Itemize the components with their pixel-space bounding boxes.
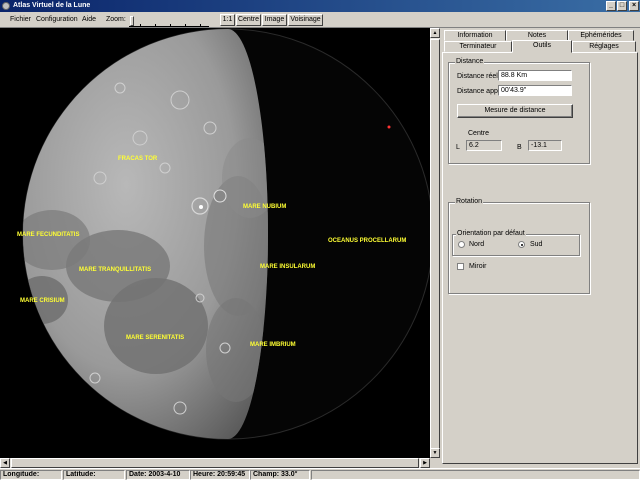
zoom-tick [140,24,141,26]
zoom-tick [185,24,186,26]
label-mare-nubium: MARE NUBIUM [243,204,287,210]
horizontal-scroll-thumb[interactable] [11,458,419,468]
centre-b-label: B [517,144,522,151]
zoom-slider-thumb[interactable] [130,16,134,26]
nord-radio-label: Nord [469,241,485,248]
label-mare-fecunditatis: MARE FECUNDITATIS [17,232,80,238]
centre-b-field[interactable]: -13.1 [528,140,562,151]
tab-terminateur[interactable]: Terminateur [444,41,512,52]
orientation-group-title: Orientation par défaut [456,230,526,238]
tab-outils[interactable]: Outils [512,40,572,53]
centre-button[interactable]: Centre [236,14,261,26]
label-mare-imbrium: MARE IMBRIUM [250,342,296,348]
miroir-checkbox[interactable] [457,263,464,270]
distance-apparente-field[interactable]: 00'43.9" [498,85,572,96]
menu-fichier[interactable]: Fichier [10,16,31,24]
sud-radio[interactable] [518,241,525,248]
close-button[interactable]: × [629,1,639,11]
menu-toolbar: Fichier Configuration Aide Zoom: 1:1 Cen… [0,12,640,28]
label-mare-crisium: MARE CRISIUM [20,298,65,304]
centre-l-label: L [456,144,460,151]
app-icon [2,2,10,10]
scroll-up-arrow-icon[interactable]: ▲ [430,28,440,38]
horizontal-scrollbar[interactable]: ◀ ▶ [0,458,430,468]
vertical-scrollbar[interactable]: ▲ ▼ [430,28,440,459]
title-bar: Atlas Virtuel de la Lune _ □ × [0,0,640,12]
distance-reelle-field[interactable]: 88.8 Km [498,70,572,81]
label-oceanus-procellarum: OCEANUS PROCELLARUM [328,238,407,244]
zoom-tick [200,24,201,26]
zoom-label: Zoom: [106,16,126,23]
centre-l-field[interactable]: 6.2 [466,140,502,151]
zoom-tick [170,24,171,26]
nord-radio[interactable] [458,241,465,248]
zoom-tick [155,24,156,26]
tab-information[interactable]: Information [444,30,506,41]
tab-reglages[interactable]: Réglages [572,41,636,52]
zoom-track [129,26,209,27]
menu-configuration[interactable]: Configuration [36,16,78,24]
distance-reelle-label: Distance réelle [457,73,504,80]
label-fracas-tor: FRACAS TOR [118,156,158,162]
distance-group-title: Distance [455,58,485,66]
status-empty [311,470,640,480]
label-mare-serenitatis: MARE SERENITATIS [126,335,185,341]
image-button[interactable]: Image [262,14,287,26]
scroll-down-arrow-icon[interactable]: ▼ [430,448,440,458]
window-title: Atlas Virtuel de la Lune [13,2,91,9]
minimize-button[interactable]: _ [606,1,616,11]
status-champ: Champ: 33.0° [250,470,310,480]
voisinage-button[interactable]: Voisinage [288,14,323,26]
rotation-group-title: Rotation [455,198,484,206]
status-date: Date: 2003-4-10 [126,470,190,480]
tab-ephemerides[interactable]: Ephémérides [568,30,634,41]
scroll-left-arrow-icon[interactable]: ◀ [0,458,10,468]
zoom-1-1-button[interactable]: 1:1 [220,14,235,26]
menu-aide[interactable]: Aide [82,16,96,24]
status-latitude: Latitude: [63,470,125,480]
status-bar: Longitude: Latitude: Date: 2003-4-10 Heu… [0,468,640,480]
label-mare-insularum: MARE INSULARUM [260,264,316,270]
scroll-corner [430,458,440,468]
moon-view[interactable]: FRACAS TOR MARE NUBIUM MARE FECUNDITATIS… [0,28,430,458]
vertical-scroll-thumb[interactable] [430,39,440,459]
sud-radio-label: Sud [530,241,543,248]
mesure-distance-button[interactable]: Mesure de distance [457,104,573,118]
miroir-label: Miroir [469,263,487,270]
status-heure: Heure: 20:59:45 [190,470,250,480]
centre-label: Centre [468,130,490,137]
maximize-button[interactable]: □ [617,1,627,11]
label-mare-tranquillitatis: MARE TRANQUILLITATIS [79,267,152,273]
status-longitude: Longitude: [0,470,62,480]
scroll-right-arrow-icon[interactable]: ▶ [420,458,430,468]
